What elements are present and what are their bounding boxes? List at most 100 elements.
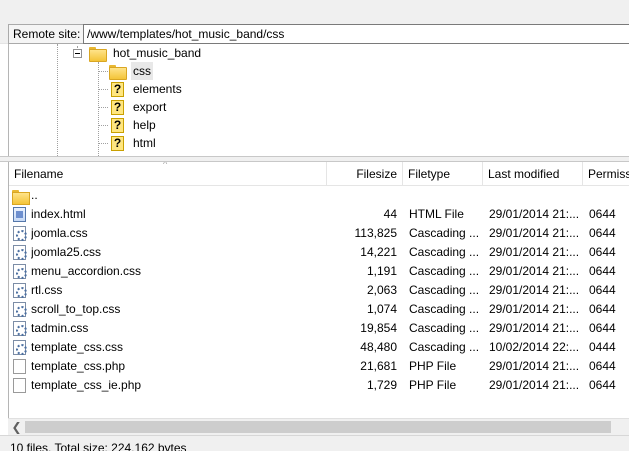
column-header-label: Filename xyxy=(14,167,64,181)
column-header-filename[interactable]: Filename xyxy=(9,162,327,186)
tree-guide-line xyxy=(57,44,58,156)
css-file-icon xyxy=(13,264,27,279)
file-size: 1,191 xyxy=(366,264,397,278)
table-row[interactable]: rtl.css 2,063 Cascading ... 29/01/2014 21:.… xyxy=(9,281,629,300)
file-name: menu_accordion.css xyxy=(31,264,142,278)
file-type xyxy=(409,186,481,205)
remote-site-label: Remote site: xyxy=(8,24,86,44)
table-row[interactable]: .. xyxy=(9,186,629,205)
css-file-icon xyxy=(13,245,27,260)
file-permissions: 0644 xyxy=(589,359,616,373)
file-type: Cascading ... xyxy=(409,245,480,259)
table-row[interactable]: index.html 44 HTML File 29/01/2014 21:... 06… xyxy=(9,205,629,224)
table-row[interactable]: template_css_ie.php 1,729 PHP File 29/01/20… xyxy=(9,376,629,395)
file-name: joomla25.css xyxy=(31,245,102,259)
file-permissions xyxy=(589,186,629,205)
file-permissions: 0644 xyxy=(589,207,616,221)
file-type: Cascading ... xyxy=(409,264,480,278)
column-header-label: Permiss xyxy=(588,167,629,181)
tree-guide-line xyxy=(98,89,108,90)
file-type: Cascading ... xyxy=(409,340,480,354)
remote-file-list: Filename ^ Filesize Filetype Last modifi… xyxy=(8,162,629,418)
table-row[interactable]: scroll_to_top.css 1,074 Cascading ... 29/01… xyxy=(9,300,629,319)
file-type: Cascading ... xyxy=(409,283,480,297)
file-last-modified xyxy=(489,186,581,205)
folder-icon xyxy=(89,47,107,62)
file-type: PHP File xyxy=(409,359,457,373)
table-row[interactable]: menu_accordion.css 1,191 Cascading ... 29/0… xyxy=(9,262,629,281)
file-last-modified: 29/01/2014 21:... xyxy=(489,359,580,373)
table-row[interactable]: tadmin.css 19,854 Cascading ... 29/01/2014 … xyxy=(9,319,629,338)
file-name: rtl.css xyxy=(31,283,63,297)
file-permissions: 0444 xyxy=(589,340,616,354)
file-last-modified: 29/01/2014 21:... xyxy=(489,378,580,392)
tree-guide-line xyxy=(98,71,108,72)
css-file-icon xyxy=(13,340,27,355)
tree-node-label: elements xyxy=(133,82,182,96)
file-size: 14,221 xyxy=(360,245,397,259)
css-file-icon xyxy=(13,321,27,336)
table-row[interactable]: joomla25.css 14,221 Cascading ... 29/01/201… xyxy=(9,243,629,262)
file-size: 1,729 xyxy=(366,378,397,392)
file-list-header: Filename ^ Filesize Filetype Last modifi… xyxy=(9,162,629,186)
file-size: 1,074 xyxy=(366,302,397,316)
tree-node-label: css xyxy=(131,62,153,80)
folder-icon xyxy=(12,190,30,205)
file-name: template_css.css xyxy=(31,340,124,354)
file-permissions: 0644 xyxy=(589,264,616,278)
file-size: 44 xyxy=(383,207,397,221)
file-type: Cascading ... xyxy=(409,226,480,240)
table-row[interactable]: template_css.css 48,480 Cascading ... 10/02… xyxy=(9,338,629,357)
remote-path-input[interactable] xyxy=(83,24,629,44)
scroll-left-arrow-icon[interactable]: ❮ xyxy=(8,419,25,436)
file-size: 19,854 xyxy=(360,321,397,335)
file-permissions: 0644 xyxy=(589,283,616,297)
tree-node-label: html xyxy=(133,136,156,150)
file-permissions: 0644 xyxy=(589,378,616,392)
php-file-icon xyxy=(13,378,26,393)
file-type: PHP File xyxy=(409,378,457,392)
tree-node-label: hot_music_band xyxy=(113,46,202,60)
file-name: scroll_to_top.css xyxy=(31,302,121,316)
status-bar: 10 files. Total size: 224,162 bytes xyxy=(0,435,629,451)
file-name: template_css.php xyxy=(31,359,126,373)
sort-ascending-icon: ^ xyxy=(163,162,168,169)
collapse-icon[interactable] xyxy=(73,49,82,58)
file-last-modified: 29/01/2014 21:... xyxy=(489,245,580,259)
file-name: .. xyxy=(31,188,38,202)
file-size xyxy=(327,186,397,205)
tree-guide-line xyxy=(98,125,108,126)
css-file-icon xyxy=(13,226,27,241)
file-name: tadmin.css xyxy=(31,321,89,335)
file-name: template_css_ie.php xyxy=(31,378,142,392)
scrollbar-thumb[interactable] xyxy=(25,421,611,433)
unknown-folder-icon: ? xyxy=(111,100,124,115)
file-type: Cascading ... xyxy=(409,302,480,316)
horizontal-scrollbar[interactable]: ❮ xyxy=(8,418,629,435)
php-file-icon xyxy=(13,359,26,374)
tree-guide-line xyxy=(98,62,99,156)
file-last-modified: 29/01/2014 21:... xyxy=(489,207,580,221)
file-last-modified: 10/02/2014 22:... xyxy=(489,340,580,354)
file-last-modified: 29/01/2014 21:... xyxy=(489,321,580,335)
file-permissions: 0644 xyxy=(589,226,616,240)
file-size: 21,681 xyxy=(360,359,397,373)
file-size: 2,063 xyxy=(366,283,397,297)
unknown-folder-icon: ? xyxy=(111,136,124,151)
tree-node-label: help xyxy=(133,118,156,132)
file-last-modified: 29/01/2014 21:... xyxy=(489,302,580,316)
css-file-icon xyxy=(13,283,27,298)
column-header-filesize[interactable]: Filesize xyxy=(327,162,403,186)
file-size: 48,480 xyxy=(360,340,397,354)
column-header-permissions[interactable]: Permiss xyxy=(583,162,629,186)
column-header-filetype[interactable]: Filetype xyxy=(403,162,483,186)
column-header-last-modified[interactable]: Last modified xyxy=(483,162,583,186)
table-row[interactable]: joomla.css 113,825 Cascading ... 29/01/2014… xyxy=(9,224,629,243)
tree-node-label: export xyxy=(133,100,167,114)
file-type: HTML File xyxy=(409,207,464,221)
column-header-label: Last modified xyxy=(488,167,560,181)
file-last-modified: 29/01/2014 21:... xyxy=(489,264,580,278)
file-name: index.html xyxy=(31,207,86,221)
table-row[interactable]: template_css.php 21,681 PHP File 29/01/2014… xyxy=(9,357,629,376)
html-file-icon xyxy=(13,207,26,222)
